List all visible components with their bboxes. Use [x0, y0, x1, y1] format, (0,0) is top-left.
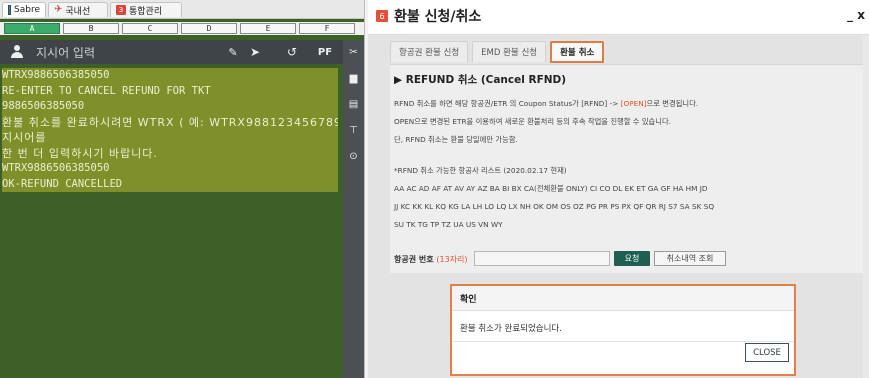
number-3-icon: 3 — [116, 5, 126, 15]
section-heading: ▶ REFUND 취소 (Cancel RFND) — [394, 74, 567, 86]
window-content: 항공권 환불 신청 EMD 환불 신청 환불 취소 ▶ REFUND 취소 (C… — [368, 35, 869, 378]
request-button[interactable]: 요청 — [614, 251, 650, 266]
sabre-terminal-panel: Sabre ✈ 국내선 3 통합관리 A B C D E F ✎ ➤ ↺ PF … — [0, 0, 364, 378]
terminal-line: 지시어를 — [2, 130, 338, 146]
briefcase-icon[interactable]: ▆ — [343, 70, 364, 86]
sabre-icon — [8, 5, 12, 15]
terminal-line: 9886506385050 — [2, 99, 338, 115]
airline-list-2: JJ KC KK KL KQ KG LA LH LO LQ LX NH OK O… — [394, 202, 715, 211]
terminal-output: WTRX9886506385050 RE-ENTER TO CANCEL REFU… — [2, 68, 338, 376]
terminal-sidebar: ✂ ▆ ▤ ⊤ ⊙ — [343, 40, 364, 378]
send-icon[interactable]: ➤ — [240, 43, 270, 61]
label-text: 항공권 번호 — [394, 255, 434, 264]
command-bar: ✎ ➤ ↺ PF — [0, 40, 343, 64]
refund-cancel-panel: ▶ REFUND 취소 (Cancel RFND) RFND 취소를 하면 해당… — [390, 64, 863, 273]
info-line-3: 단, RFND 취소는 환불 당일에만 가능함. — [394, 135, 518, 144]
workarea-slots: A B C D E F — [0, 22, 364, 35]
terminal-line: WTRX9886506385050 — [2, 161, 338, 177]
tab-domestic[interactable]: ✈ 국내선 — [48, 2, 108, 17]
slot-a[interactable]: A — [4, 23, 60, 34]
app-tab-bar: Sabre ✈ 국내선 3 통합관리 — [0, 0, 364, 19]
terminal-line: WTRX9886506385050 — [2, 68, 338, 84]
info-line-1: RFND 취소를 하면 해당 항공권/ETR 의 Coupon Status가 … — [394, 99, 698, 109]
command-input[interactable] — [34, 43, 218, 63]
refund-tabs: 항공권 환불 신청 EMD 환불 신청 환불 취소 — [390, 41, 605, 63]
window-titlebar: 6 환불 신청/취소 _ x — [368, 0, 869, 35]
terminal-line: 환불 취소를 완료하시려면 WTRX ( 예: WTRX988123456789… — [2, 114, 338, 130]
window-number-badge: 6 — [376, 10, 388, 22]
vertical-scrollbar[interactable] — [863, 35, 869, 378]
slot-d[interactable]: D — [181, 23, 237, 34]
pf-button[interactable]: PF — [314, 43, 336, 61]
tab-refund-cancel[interactable]: 환불 취소 — [550, 41, 605, 63]
dialog-message: 환불 취소가 완료되었습니다. — [460, 324, 562, 334]
window-minimize-close-icon[interactable]: _ x — [847, 8, 865, 22]
airline-list-3: SU TK TG TP TZ UA US VN WY — [394, 220, 503, 229]
tab-label: Sabre — [14, 5, 40, 15]
slot-c[interactable]: C — [122, 23, 178, 34]
info-text: RFND 취소를 하면 해당 항공권/ETR 의 Coupon Status가 … — [394, 99, 621, 108]
info-line-4: *RFND 취소 가능한 항공사 리스트 (2020.02.17 현재) — [394, 166, 567, 175]
required-hint: (13자리) — [436, 255, 468, 264]
dialog-title: 확인 — [460, 295, 477, 305]
info-text: 으로 변경됩니다. — [646, 99, 699, 108]
tab-label: 통합관리 — [129, 6, 163, 17]
terminal-line: OK-REFUND CANCELLED — [2, 176, 338, 192]
dialog-header: 확인 — [452, 286, 794, 311]
window-title: 환불 신청/취소 — [394, 9, 482, 25]
dialog-footer-divider — [452, 341, 794, 342]
tab-label: 국내선 — [65, 6, 91, 17]
edit-icon[interactable]: ✎ — [226, 43, 240, 61]
tab-sabre[interactable]: Sabre — [2, 2, 46, 17]
clipboard-icon[interactable]: ▤ — [343, 96, 364, 112]
dialog-close-button[interactable]: CLOSE — [745, 343, 789, 362]
play-circle-icon[interactable]: ⊙ — [343, 148, 364, 164]
tab-integrated-mgmt[interactable]: 3 통합관리 — [110, 2, 182, 17]
airline-list-1: AA AC AD AF AT AV AY AZ BA BI BX CA(전체환불… — [394, 184, 708, 193]
user-icon — [11, 45, 23, 59]
slot-b[interactable]: B — [63, 23, 119, 34]
ticket-number-input[interactable] — [474, 251, 610, 266]
slot-f[interactable]: F — [299, 23, 355, 34]
refund-window: 6 환불 신청/취소 _ x 항공권 환불 신청 EMD 환불 신청 환불 취소… — [368, 0, 869, 378]
pin-icon[interactable]: ⊤ — [343, 122, 364, 138]
ticket-number-label: 항공권 번호 (13자리) — [394, 254, 468, 265]
confirm-dialog: 확인 환불 취소가 완료되었습니다. CLOSE — [450, 284, 796, 376]
tools-icon[interactable]: ✂ — [343, 44, 364, 60]
terminal-line: RE-ENTER TO CANCEL REFUND FOR TKT — [2, 83, 338, 99]
info-open-highlight: [OPEN] — [620, 99, 647, 108]
history-icon[interactable]: ↺ — [282, 43, 302, 61]
cancel-history-button[interactable]: 취소내역 조회 — [654, 251, 726, 266]
ticket-search-row: 항공권 번호 (13자리) 요청 취소내역 조회 — [390, 250, 863, 270]
tab-ticket-refund[interactable]: 항공권 환불 신청 — [390, 41, 469, 62]
info-line-2: OPEN으로 변경된 ETR을 이용하여 새로운 환불처리 등의 후속 작업을 … — [394, 117, 672, 126]
plane-icon: ✈ — [54, 4, 63, 15]
slot-e[interactable]: E — [240, 23, 296, 34]
tab-emd-refund[interactable]: EMD 환불 신청 — [472, 41, 547, 62]
terminal-line: 한 번 더 입력하시기 바랍니다. — [2, 145, 338, 161]
